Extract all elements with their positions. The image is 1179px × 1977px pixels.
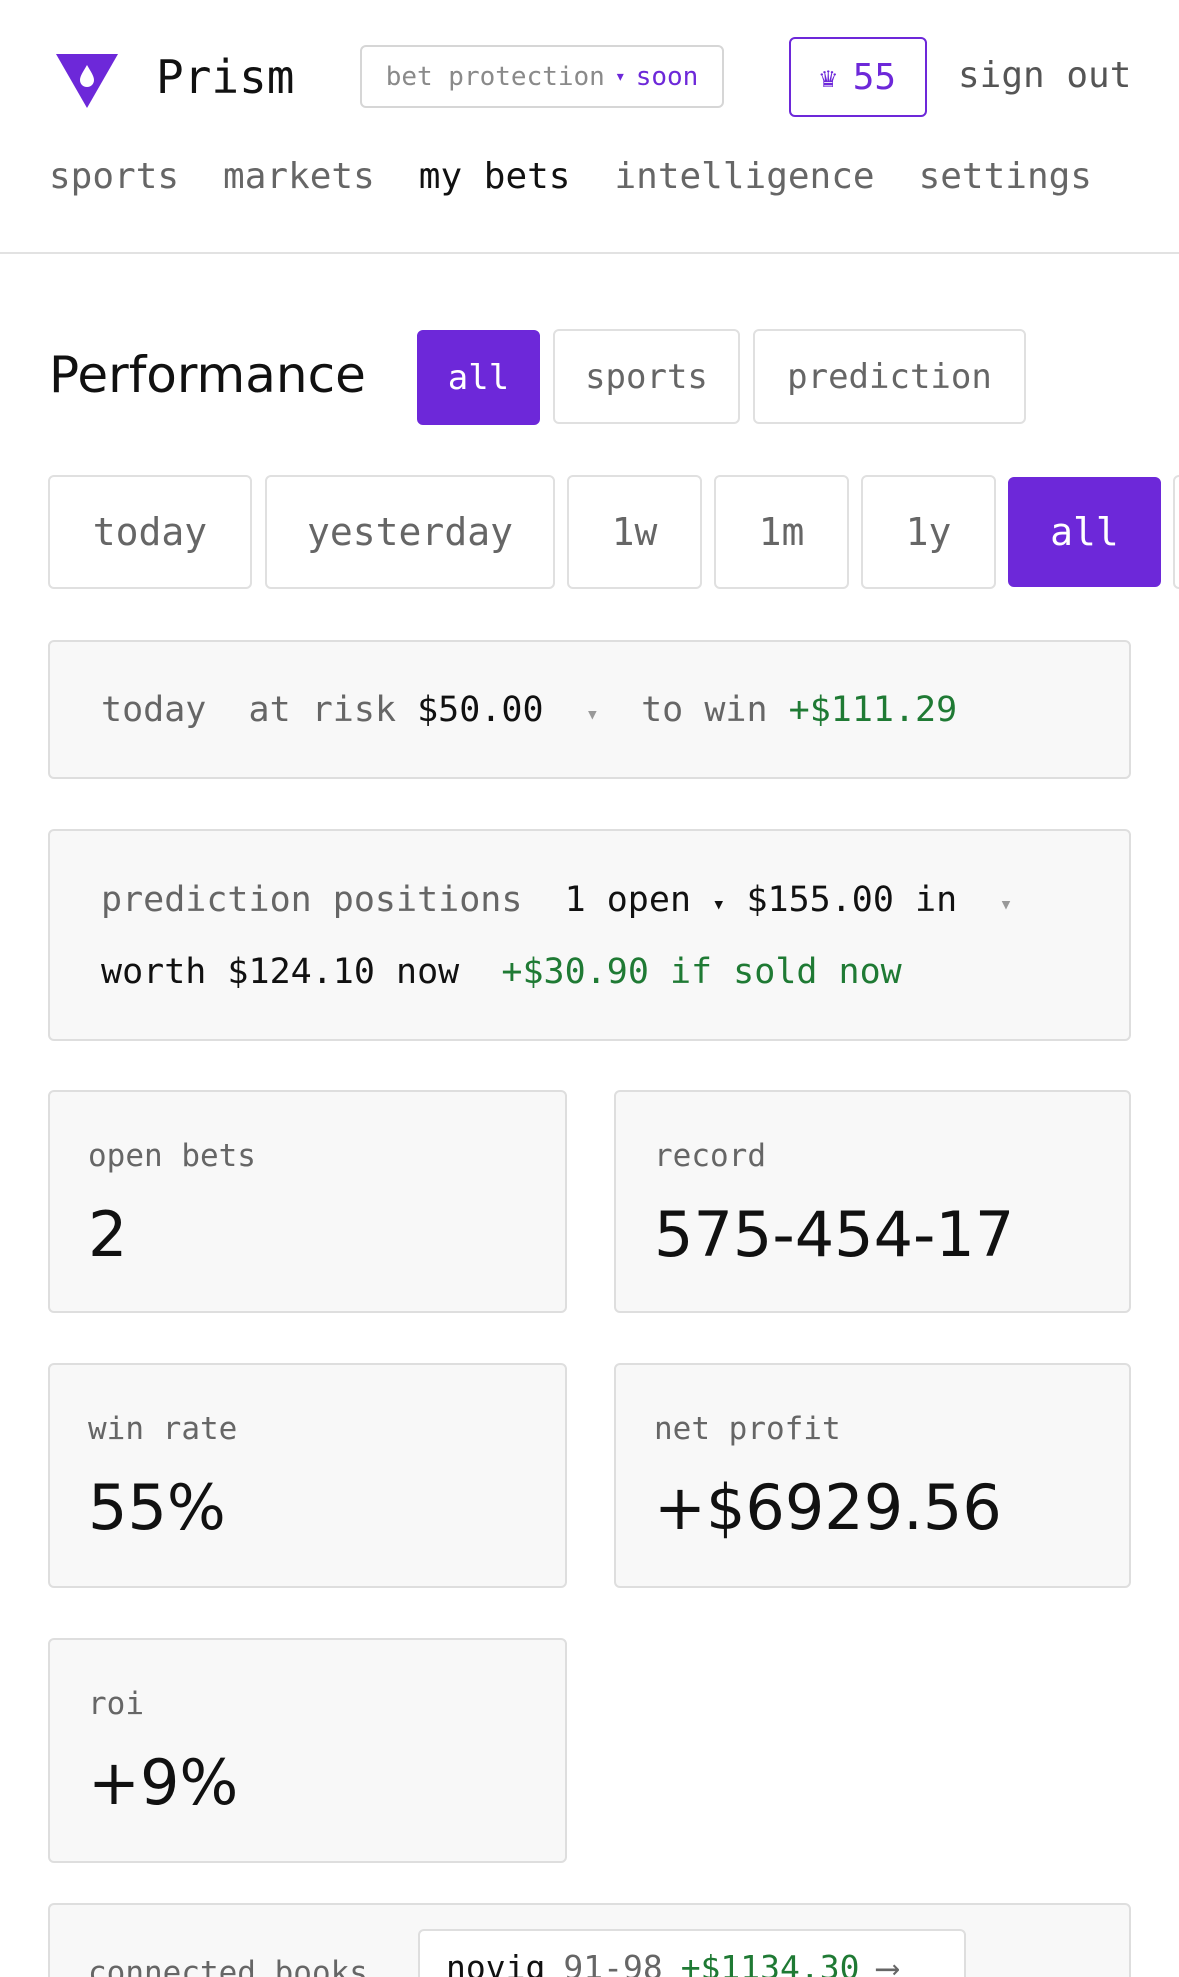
caret-down-icon: ▾ — [585, 702, 599, 727]
period-filter-yesterday[interactable]: yesterday — [265, 475, 555, 589]
period-filter-1m[interactable]: 1m — [714, 475, 849, 589]
crown-count: 55 — [852, 56, 897, 98]
stat-card-win-rate: win rate 55% — [48, 1363, 567, 1588]
nav-my-bets[interactable]: my bets — [419, 152, 571, 202]
connected-books-label: connected books — [88, 1955, 368, 1977]
connected-books-card: connected books novig 91-98 +$1134.30 ⟶ — [48, 1903, 1131, 1977]
stat-card-net-profit: net profit +$6929.56 — [614, 1363, 1131, 1588]
today-risk-card[interactable]: today at risk $50.00 ▾ to win +$111.29 — [48, 640, 1131, 779]
nav-sports[interactable]: sports — [49, 152, 179, 202]
book-record: 91-98 — [563, 1947, 663, 1977]
bet-protection-status: soon — [635, 61, 699, 92]
header-divider — [0, 252, 1179, 254]
stat-card-roi: roi +9% — [48, 1638, 567, 1863]
prediction-if-sold: +$30.90 if sold now — [501, 952, 902, 992]
stat-label: net profit — [654, 1411, 841, 1447]
prediction-open-count: 1 open — [564, 880, 692, 920]
period-filter-more[interactable] — [1173, 475, 1179, 589]
to-win-value: +$111.29 — [788, 690, 958, 730]
crown-points-button[interactable]: ♛ 55 — [789, 37, 927, 117]
stat-label: roi — [88, 1686, 144, 1722]
brand-name[interactable]: Prism — [156, 48, 294, 106]
bet-protection-label: bet protection — [385, 61, 605, 92]
stat-label: open bets — [88, 1138, 256, 1174]
caret-down-icon: ▾ — [712, 892, 726, 917]
caret-down-icon: ▾ — [614, 66, 626, 87]
page-title: Performance — [49, 346, 366, 404]
period-filter-today[interactable]: today — [48, 475, 252, 589]
nav-settings[interactable]: settings — [919, 152, 1092, 202]
crown-icon: ♛ — [819, 60, 837, 94]
type-filter-sports[interactable]: sports — [553, 329, 740, 424]
stat-card-record: record 575-454-17 — [614, 1090, 1131, 1313]
caret-down-icon: ▾ — [999, 892, 1013, 917]
stat-value: +$6929.56 — [654, 1471, 1002, 1544]
prediction-positions-card[interactable]: prediction positions 1 open ▾ $155.00 in… — [48, 829, 1131, 1041]
sign-out-link[interactable]: sign out — [958, 52, 1131, 100]
bet-protection-badge: bet protection ▾ soon — [360, 45, 724, 108]
stat-label: win rate — [88, 1411, 238, 1447]
nav-markets[interactable]: markets — [223, 152, 375, 202]
main-nav: sports markets my bets intelligence sett… — [49, 152, 1092, 202]
book-profit: +$1134.30 — [680, 1947, 860, 1977]
type-filter-prediction[interactable]: prediction — [753, 329, 1026, 424]
period-filter-all[interactable]: all — [1008, 477, 1161, 587]
today-label: today — [101, 690, 207, 730]
prediction-invested: $155.00 in — [746, 880, 958, 920]
prism-logo-icon[interactable] — [56, 54, 118, 108]
stat-label: record — [654, 1138, 766, 1174]
nav-intelligence[interactable]: intelligence — [614, 152, 874, 202]
to-win-label: to win — [641, 690, 768, 730]
period-filter-1w[interactable]: 1w — [567, 475, 702, 589]
stat-value: +9% — [88, 1746, 239, 1819]
arrow-right-icon: ⟶ — [877, 1947, 898, 1977]
stat-value: 2 — [88, 1198, 128, 1271]
stat-value: 55% — [88, 1471, 226, 1544]
at-risk-value: $50.00 — [417, 690, 544, 730]
book-name: novig — [446, 1947, 546, 1977]
book-chip-novig[interactable]: novig 91-98 +$1134.30 ⟶ — [418, 1929, 966, 1977]
type-filter-all[interactable]: all — [417, 330, 540, 425]
prediction-worth-now: worth $124.10 now — [101, 952, 460, 992]
at-risk-label: at risk — [248, 690, 397, 730]
stat-value: 575-454-17 — [654, 1198, 1015, 1271]
period-filter-1y[interactable]: 1y — [861, 475, 996, 589]
stat-card-open-bets: open bets 2 — [48, 1090, 567, 1313]
prediction-positions-label: prediction positions — [101, 880, 523, 920]
